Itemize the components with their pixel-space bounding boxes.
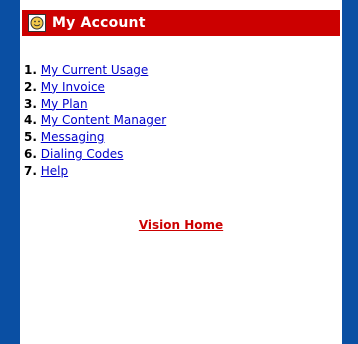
menu-item-invoice: 2. My Invoice [24, 79, 166, 96]
menu-item-number: 4. [24, 113, 37, 128]
my-current-usage-link[interactable]: My Current Usage [41, 63, 149, 77]
my-invoice-link[interactable]: My Invoice [41, 80, 105, 94]
page-title: My Account [52, 15, 146, 31]
account-menu: 1. My Current Usage 2. My Invoice 3. My … [24, 62, 166, 180]
my-plan-link[interactable]: My Plan [41, 97, 88, 111]
device-frame-left [0, 0, 20, 344]
vision-home-link[interactable]: Vision Home [20, 218, 342, 232]
device-frame-right [342, 0, 358, 344]
menu-item-number: 7. [24, 163, 37, 178]
menu-item-current-usage: 1. My Current Usage [24, 62, 166, 79]
phone-screen: My Account 1. My Current Usage 2. My Inv… [20, 0, 342, 344]
menu-item-help: 7. Help [24, 163, 166, 180]
help-link[interactable]: Help [41, 164, 68, 178]
messaging-link[interactable]: Messaging [41, 130, 105, 144]
menu-item-number: 2. [24, 79, 37, 94]
menu-item-number: 3. [24, 96, 37, 111]
menu-item-number: 1. [24, 63, 37, 77]
menu-item-dialing-codes: 6. Dialing Codes [24, 146, 166, 163]
menu-item-number: 6. [24, 146, 37, 161]
dialing-codes-link[interactable]: Dialing Codes [41, 147, 124, 161]
account-icon [28, 14, 46, 32]
menu-item-plan: 3. My Plan [24, 96, 166, 113]
page-header: My Account [22, 10, 340, 36]
menu-item-messaging: 5. Messaging [24, 129, 166, 146]
menu-item-content-manager: 4. My Content Manager [24, 112, 166, 129]
menu-item-number: 5. [24, 130, 37, 145]
my-content-manager-link[interactable]: My Content Manager [41, 113, 166, 127]
